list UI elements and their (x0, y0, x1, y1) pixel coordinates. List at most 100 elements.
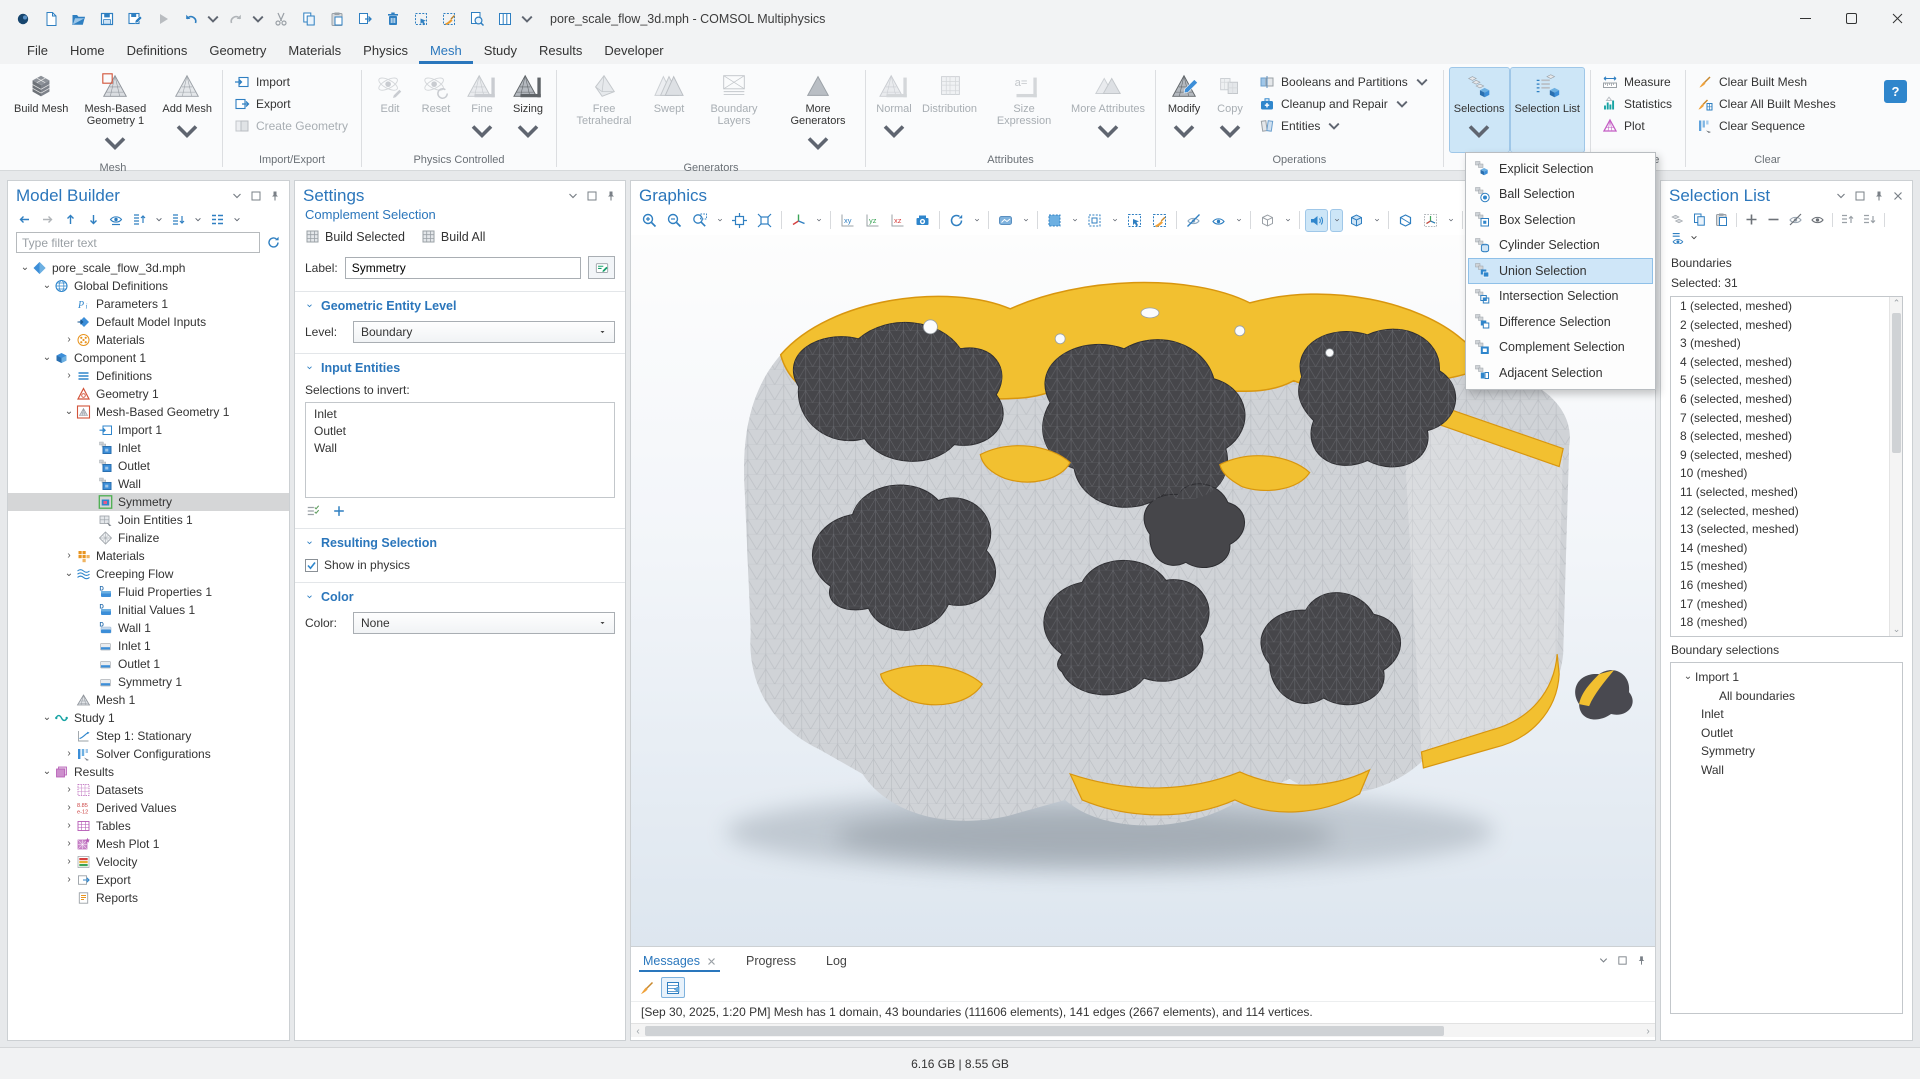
boundary-item[interactable]: 15 (meshed) (1671, 557, 1902, 576)
wireframe-cube-button[interactable] (1256, 209, 1279, 232)
boundary-item[interactable]: 14 (meshed) (1671, 539, 1902, 558)
toolbar-caret[interactable] (206, 6, 220, 31)
add-selection-icon[interactable] (331, 504, 347, 518)
app-logo-button[interactable] (10, 6, 35, 31)
tab-log[interactable]: Log (822, 949, 851, 972)
boundary-selection-wall[interactable]: Wall (1671, 761, 1902, 780)
tree-item-wall-1[interactable]: DWall 1 (8, 619, 289, 637)
transparency-cube-button[interactable] (1345, 209, 1368, 232)
tree-item-creeping-flow[interactable]: ⌄Creeping Flow (8, 565, 289, 583)
expand-arrow[interactable]: › (62, 803, 76, 813)
menu-tab-home[interactable]: Home (59, 39, 116, 64)
window-maximize-button[interactable] (1828, 0, 1874, 37)
clear-built-mesh-button[interactable]: Clear Built Mesh (1697, 74, 1836, 90)
collapse-arrow[interactable]: ⌄ (40, 713, 54, 723)
show-node-icon[interactable] (109, 212, 124, 227)
select-box-button[interactable] (1043, 209, 1066, 232)
color-combobox[interactable]: None (353, 612, 615, 634)
menu-item-difference-selection[interactable]: Difference Selection (1468, 309, 1653, 335)
menu-tab-developer[interactable]: Developer (593, 39, 674, 64)
scroll-down-arrow[interactable]: ⌄ (1890, 623, 1903, 636)
mesh-based-geometry-1-button[interactable]: Mesh-Based Geometry 1 (73, 67, 157, 161)
collapse-arrow[interactable]: ⌄ (1681, 668, 1695, 687)
boundary-item[interactable]: 13 (selected, meshed) (1671, 520, 1902, 539)
print-button[interactable] (911, 209, 934, 232)
boundary-item[interactable]: 1 (selected, meshed) (1671, 297, 1902, 316)
clear-messages-icon[interactable] (639, 980, 655, 996)
menu-tab-mesh[interactable]: Mesh (419, 39, 473, 64)
menu-item-union-selection[interactable]: Union Selection (1468, 258, 1653, 284)
close-tab-icon[interactable] (707, 957, 716, 966)
window-close-button[interactable] (1874, 0, 1920, 37)
boundary-item[interactable]: 7 (selected, meshed) (1671, 409, 1902, 428)
tree-item-parameters-1[interactable]: PiParameters 1 (8, 295, 289, 313)
swept-button[interactable]: Swept (646, 67, 692, 161)
tree-item-definitions[interactable]: ›Definitions (8, 367, 289, 385)
build-selected-button[interactable]: Build Selected (305, 229, 405, 244)
scene-appearance-dropdown[interactable] (1019, 209, 1032, 232)
zoom-out-button[interactable] (663, 209, 686, 232)
nav-back-icon[interactable] (17, 212, 32, 227)
boundary-item[interactable]: 2 (selected, meshed) (1671, 316, 1902, 335)
menu-item-intersection-selection[interactable]: Intersection Selection (1468, 284, 1653, 310)
deselect-box-button[interactable] (1083, 209, 1106, 232)
tree-item-results[interactable]: ⌄Results (8, 763, 289, 781)
level-combobox[interactable]: Boundary (353, 321, 615, 343)
modify-button[interactable]: Modify (1161, 67, 1207, 153)
tab-messages[interactable]: Messages (639, 949, 720, 972)
distribution-button[interactable]: Distribution (917, 67, 982, 153)
view-hidden-dropdown[interactable] (1232, 209, 1245, 232)
refresh-icon[interactable] (266, 235, 281, 250)
view-axes-button[interactable] (1419, 209, 1442, 232)
tree-item-reports[interactable]: Reports (8, 889, 289, 907)
find-button[interactable] (464, 6, 489, 31)
boundary-item[interactable]: 9 (selected, meshed) (1671, 446, 1902, 465)
tree-item-mesh-plot-1[interactable]: ›Mesh Plot 1 (8, 835, 289, 853)
axis-orientation-dropdown[interactable] (812, 209, 825, 232)
collapse-arrow[interactable]: ⌄ (62, 569, 76, 579)
sl-hide-icon[interactable] (1788, 212, 1803, 227)
boundary-item[interactable]: 18 (meshed) (1671, 613, 1902, 632)
clear-region-button[interactable] (436, 6, 461, 31)
deselect-box-dropdown[interactable] (1108, 209, 1121, 232)
collapse-arrow[interactable]: ⌄ (40, 353, 54, 363)
more-attributes-button[interactable]: More Attributes (1066, 67, 1150, 153)
pin-panel-icon[interactable] (1636, 955, 1647, 966)
move-up-icon[interactable] (63, 212, 78, 227)
chevron-down-icon[interactable] (194, 212, 202, 227)
menu-tab-definitions[interactable]: Definitions (116, 39, 199, 64)
sizing-button[interactable]: Sizing (505, 67, 551, 153)
boundary-selection-symmetry[interactable]: Symmetry (1671, 742, 1902, 761)
invert-list-item-inlet[interactable]: Inlet (306, 406, 614, 423)
statistics-button[interactable]: Statistics (1602, 96, 1672, 112)
window-minimize-button[interactable] (1782, 0, 1828, 37)
zoom-extents-button[interactable] (728, 209, 751, 232)
expand-arrow[interactable]: › (62, 857, 76, 867)
delete-button[interactable] (380, 6, 405, 31)
menu-tab-file[interactable]: File (16, 39, 59, 64)
tree-item-export[interactable]: ›Export (8, 871, 289, 889)
normal-button[interactable]: Normal (871, 67, 917, 153)
copy-button[interactable] (296, 6, 321, 31)
pin-panel-icon[interactable] (1873, 190, 1885, 202)
collapse-arrow[interactable]: ⌄ (40, 767, 54, 777)
scene-appearance-button[interactable] (994, 209, 1017, 232)
clip-cube-button[interactable] (1394, 209, 1417, 232)
section-header[interactable]: Color (305, 590, 615, 604)
run-button[interactable] (150, 6, 175, 31)
menu-item-ball-selection[interactable]: Ball Selection (1468, 182, 1653, 208)
chevron-down-icon[interactable] (155, 212, 163, 227)
float-panel-icon[interactable] (586, 190, 598, 202)
tree-item-step-1-stationary[interactable]: Step 1: Stationary (8, 727, 289, 745)
menu-tab-physics[interactable]: Physics (352, 39, 419, 64)
section-header[interactable]: Geometric Entity Level (305, 299, 615, 313)
menu-item-complement-selection[interactable]: Complement Selection (1468, 335, 1653, 361)
collapse-arrow[interactable]: ⌄ (40, 281, 54, 291)
boundary-item[interactable]: 12 (selected, meshed) (1671, 502, 1902, 521)
move-down-icon[interactable] (86, 212, 101, 227)
save-as-button[interactable] (122, 6, 147, 31)
sl-remove-icon[interactable] (1766, 212, 1781, 227)
sl-paste-icon[interactable] (1714, 212, 1729, 227)
tree-item-component-1[interactable]: ⌄Component 1 (8, 349, 289, 367)
tree-item-outlet[interactable]: Outlet (8, 457, 289, 475)
